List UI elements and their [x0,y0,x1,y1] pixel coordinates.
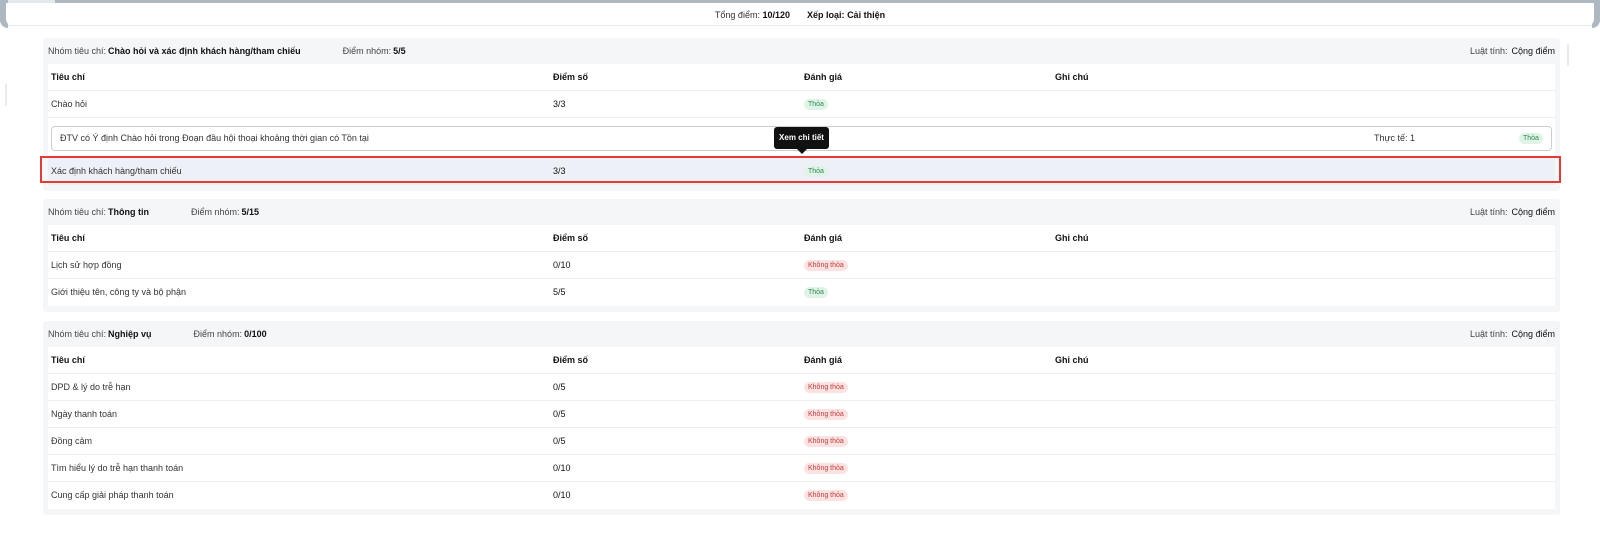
col-criterion: Tiêu chí [51,233,85,243]
group-score: 0/100 [244,329,267,339]
criterion-name: Ngày thanh toán [51,409,118,419]
group-label: Nhóm tiêu chí: [48,207,107,217]
status-badge: Không thỏa [804,436,848,448]
criterion-name: Chào hỏi [51,99,88,109]
col-note: Ghi chú [1055,233,1089,243]
group-score-label: Điểm nhóm: [342,46,392,56]
status-badge: Không thỏa [804,409,848,421]
scroll-edge-left [5,84,7,106]
group-score: 5/5 [393,46,406,56]
table-header: Tiêu chí Điểm số Đánh giá Ghi chú [48,64,1555,91]
col-note: Ghi chú [1055,355,1089,365]
group-name: Nghiệp vụ [108,329,152,339]
table-row[interactable]: Chào hỏi 3/3 Thỏa [48,91,1555,118]
status-badge: Không thỏa [804,490,848,502]
detail-actual: Thực tế: 1 [1374,133,1416,143]
criterion-name: Xác định khách hàng/tham chiếu [51,166,182,176]
group-score-label: Điểm nhóm: [191,207,240,217]
col-evaluation: Đánh giá [804,233,843,243]
criterion-name: Tìm hiểu lý do trễ hạn thanh toán [51,463,184,473]
col-score: Điểm số [553,355,589,365]
criterion-name: Giới thiệu tên, công ty và bộ phận [51,287,186,297]
rank-value: Cải thiện [847,10,886,20]
criterion-score: 0/10 [553,260,571,270]
rule-value: Cộng điểm [1511,329,1555,339]
criteria-table: Tiêu chí Điểm số Đánh giá Ghi chú DPD & … [48,347,1555,509]
criterion-name: Đồng cảm [51,436,93,446]
divider [8,25,1592,26]
status-badge: Không thỏa [804,382,848,394]
rule-label: Luật tính: [1469,329,1508,339]
group-header: Nhóm tiêu chí: Chào hỏi và xác định khác… [43,38,1560,64]
group-label: Nhóm tiêu chí: [48,46,107,56]
criteria-table: Tiêu chí Điểm số Đánh giá Ghi chú Lịch s… [48,225,1555,306]
rule-label: Luật tính: [1469,46,1508,56]
group-label: Nhóm tiêu chí: [48,329,107,339]
table-row[interactable]: Cung cấp giải pháp thanh toán 0/10 Không… [48,482,1555,509]
scroll-edge-right [1567,44,1569,66]
criterion-score: 0/5 [553,436,566,446]
col-criterion: Tiêu chí [51,72,85,82]
criteria-table: Tiêu chí Điểm số Đánh giá Ghi chú Chào h… [48,64,1555,185]
group-score-label: Điểm nhóm: [193,329,243,339]
col-note: Ghi chú [1055,72,1089,82]
criterion-score: 0/10 [553,463,571,473]
criterion-score: 3/3 [553,99,566,109]
group-score: 5/15 [241,207,260,217]
rank-label: Xếp loại: [807,10,845,20]
group-name: Chào hỏi và xác định khách hàng/tham chi… [108,46,301,56]
group-header: Nhóm tiêu chí: Nghiệp vụ Điểm nhóm: 0/10… [43,321,1560,347]
col-criterion: Tiêu chí [51,355,85,365]
criterion-name: Cung cấp giải pháp thanh toán [51,490,174,500]
table-header: Tiêu chí Điểm số Đánh giá Ghi chú [48,347,1555,374]
table-row[interactable]: DPD & lý do trễ hạn 0/5 Không thỏa [48,374,1555,401]
table-row[interactable]: Ngày thanh toán 0/5 Không thỏa [48,401,1555,428]
table-row[interactable]: Đồng cảm 0/5 Không thỏa [48,428,1555,455]
rule-value: Cộng điểm [1511,207,1555,217]
criterion-score: 3/3 [553,166,566,176]
criteria-group: Nhóm tiêu chí: Nghiệp vụ Điểm nhóm: 0/10… [43,321,1560,515]
view-detail-tooltip: Xem chi tiết [774,127,829,154]
col-score: Điểm số [553,233,589,243]
criterion-score: 0/5 [553,409,566,419]
status-badge: Không thỏa [804,463,848,475]
status-badge: Không thỏa [804,260,848,272]
criterion-name: Lịch sử hợp đồng [51,260,122,270]
table-row[interactable]: Tìm hiểu lý do trễ hạn thanh toán 0/10 K… [48,455,1555,482]
status-badge: Thỏa [804,287,828,299]
group-name: Thông tin [108,207,150,217]
status-badge: Thỏa [804,99,828,111]
table-row[interactable]: Giới thiệu tên, công ty và bộ phận 5/5 T… [48,279,1555,306]
criteria-group: Nhóm tiêu chí: Chào hỏi và xác định khác… [43,38,1560,191]
status-badge: Thỏa [804,166,828,178]
score-summary: Tổng điểm: 10/120 Xếp loại: Cải thiện [0,10,1600,20]
col-evaluation: Đánh giá [804,72,843,82]
col-score: Điểm số [553,72,589,82]
detail-text: ĐTV có Ý định Chào hỏi trong Đoạn đầu hộ… [60,133,369,143]
criterion-score: 0/5 [553,382,566,392]
rule-value: Cộng điểm [1511,46,1555,56]
col-evaluation: Đánh giá [804,355,843,365]
table-row[interactable]: Lịch sử hợp đồng 0/10 Không thỏa [48,252,1555,279]
criterion-score: 5/5 [553,287,566,297]
status-badge: Thỏa [1519,133,1543,144]
group-header: Nhóm tiêu chí: Thông tin Điểm nhóm: 5/15… [43,199,1560,225]
table-row[interactable]: Xác định khách hàng/tham chiếu 3/3 Thỏa [48,158,1555,185]
table-header: Tiêu chí Điểm số Đánh giá Ghi chú [48,225,1555,252]
criterion-score: 0/10 [553,490,571,500]
criteria-group: Nhóm tiêu chí: Thông tin Điểm nhóm: 5/15… [43,199,1560,312]
criterion-name: DPD & lý do trễ hạn [51,382,131,392]
total-score-label: Tổng điểm: [714,10,760,20]
rule-label: Luật tính: [1469,207,1508,217]
total-score-value: 10/120 [762,10,790,20]
